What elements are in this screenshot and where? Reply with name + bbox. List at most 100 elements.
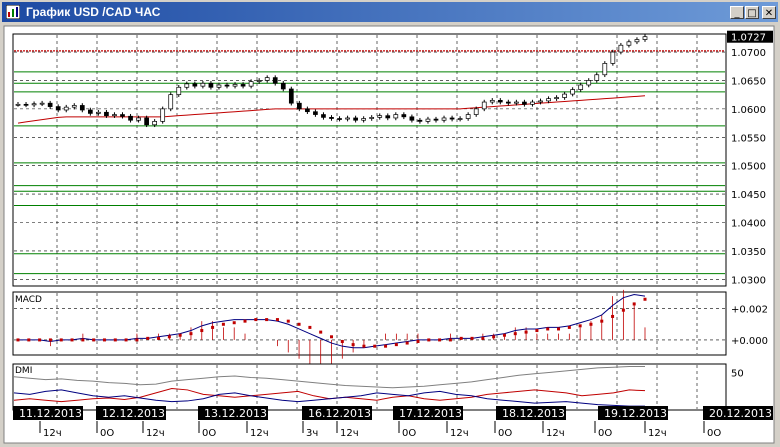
close-button[interactable]: ✕ xyxy=(762,6,776,19)
candle-body xyxy=(449,117,455,120)
title-bar[interactable]: График USD /CAD ЧАС _ □ ✕ xyxy=(2,2,778,22)
macd-signal-point xyxy=(27,338,31,342)
macd-signal-point xyxy=(48,338,52,342)
candle-body xyxy=(642,36,648,40)
candle-body xyxy=(505,101,511,104)
macd-signal-point xyxy=(275,318,279,322)
hour-label: 12ч xyxy=(43,428,62,439)
candle-body xyxy=(377,115,383,118)
hour-label: 12ч xyxy=(546,428,565,439)
candle-body xyxy=(385,115,391,119)
maximize-button[interactable]: □ xyxy=(745,6,759,19)
candle-body xyxy=(200,82,206,87)
candle-body xyxy=(626,41,632,46)
candle-body xyxy=(337,118,342,120)
hour-label: 12ч xyxy=(146,428,165,439)
macd-signal-point xyxy=(221,322,225,326)
candle-body xyxy=(313,111,318,115)
candle-body xyxy=(554,97,559,99)
candle-body xyxy=(15,103,21,106)
hour-label: 0О xyxy=(598,428,612,439)
hour-label: 0О xyxy=(498,428,512,439)
candle-body xyxy=(417,119,423,122)
candle-body xyxy=(168,94,174,110)
date-label: 12.12.2013 xyxy=(102,407,165,420)
candle-body xyxy=(192,83,198,87)
macd-signal-point xyxy=(92,338,96,342)
price-tick-label: 1.0500 xyxy=(731,162,766,173)
macd-signal-point xyxy=(567,325,571,329)
candle-body xyxy=(578,84,584,90)
macd-signal-point xyxy=(611,314,615,318)
macd-signal-point xyxy=(16,338,20,342)
hour-label: 12ч xyxy=(250,428,269,439)
price-tick-label: 1.0300 xyxy=(731,275,766,286)
price-tick-label: 1.0700 xyxy=(731,48,766,59)
macd-signal-point xyxy=(481,336,485,340)
hour-label: 12ч xyxy=(340,428,359,439)
macd-signal-point xyxy=(589,322,593,326)
price-tick-label: 1.0600 xyxy=(731,105,766,116)
macd-signal-point xyxy=(600,319,604,323)
candle-body xyxy=(208,82,214,88)
price-tick-label: 1.0550 xyxy=(731,133,766,144)
macd-signal-point xyxy=(178,333,182,337)
macd-signal-point xyxy=(189,332,193,336)
macd-signal-point xyxy=(416,339,420,343)
candle-body xyxy=(120,114,125,117)
macd-signal-point xyxy=(557,327,561,331)
candle-body xyxy=(23,103,29,106)
macd-signal-point xyxy=(102,338,106,342)
candle-body xyxy=(71,105,77,108)
price-tick-label: 1.0400 xyxy=(731,219,766,230)
hour-label: 12ч xyxy=(450,428,469,439)
date-label: 16.12.2013 xyxy=(308,407,371,420)
date-label: 11.12.2013 xyxy=(19,407,82,420)
macd-signal-point xyxy=(632,302,636,306)
macd-panel xyxy=(12,291,727,356)
candle-body xyxy=(522,101,527,105)
candle-body xyxy=(489,99,495,103)
macd-signal-point xyxy=(427,338,431,342)
candle-body xyxy=(112,114,117,117)
current-price-label: 1.0727 xyxy=(731,33,766,44)
macd-tick-label: +0.002 xyxy=(731,305,768,316)
macd-signal-point xyxy=(211,325,215,329)
date-label: 17.12.2013 xyxy=(399,407,462,420)
macd-signal-point xyxy=(513,332,517,336)
candle-body xyxy=(136,117,141,121)
candle-body xyxy=(248,81,254,87)
candle-body xyxy=(144,117,149,126)
macd-signal-point xyxy=(38,338,42,342)
candle-body xyxy=(465,114,471,119)
candle-body xyxy=(393,114,399,119)
macd-signal-point xyxy=(643,297,647,301)
candle-body xyxy=(425,118,431,122)
candle-body xyxy=(433,118,439,121)
minimize-button[interactable]: _ xyxy=(730,6,744,19)
candle-body xyxy=(353,117,358,121)
macd-signal-point xyxy=(286,319,290,323)
candle-body xyxy=(369,117,375,119)
macd-tick-label: +0.000 xyxy=(731,336,768,347)
candle-body xyxy=(216,84,222,88)
candle-body xyxy=(96,111,101,114)
date-label: 18.12.2013 xyxy=(502,407,565,420)
macd-signal-point xyxy=(578,324,582,328)
macd-signal-point xyxy=(70,338,74,342)
candle-body xyxy=(176,86,182,96)
candle-body xyxy=(441,117,447,121)
candle-body xyxy=(296,102,302,110)
date-label: 19.12.2013 xyxy=(604,407,667,420)
chart-window: График USD /CAD ЧАС _ □ ✕ 1.0700 1.0650 1.… xyxy=(0,0,780,447)
candle-body xyxy=(224,84,230,87)
macd-label: MACD xyxy=(15,295,42,305)
candle-body xyxy=(288,88,294,104)
chart-app-icon xyxy=(6,5,20,19)
chart-area[interactable]: 1.0700 1.0650 1.0600 1.0550 1.0500 1.0450 1.04… xyxy=(0,22,780,447)
macd-signal-point xyxy=(200,329,204,333)
macd-signal-point xyxy=(384,344,388,348)
candle-body xyxy=(594,74,600,81)
macd-signal-point xyxy=(167,335,171,339)
candle-body xyxy=(39,102,45,105)
